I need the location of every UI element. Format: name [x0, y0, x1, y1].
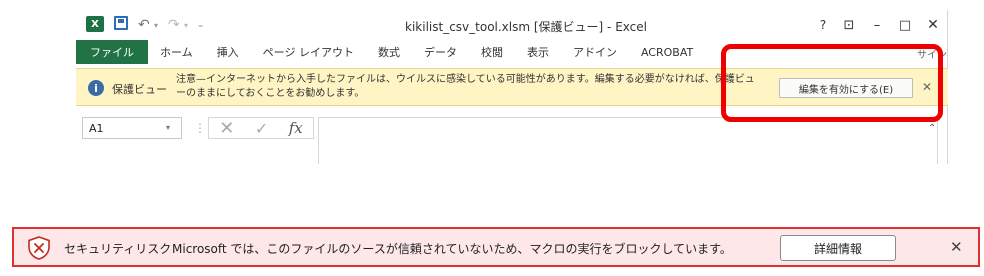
security-bar-close-icon[interactable]: ✕: [950, 238, 963, 256]
tab-addins[interactable]: アドイン: [561, 40, 629, 64]
tab-formulas[interactable]: 数式: [366, 40, 412, 64]
collapse-formula-bar-icon[interactable]: ⌃: [928, 123, 936, 134]
tab-page-layout[interactable]: ページ レイアウト: [251, 40, 366, 64]
excel-logo-icon: X: [86, 16, 104, 32]
save-icon[interactable]: [114, 16, 128, 30]
shield-x-icon: [28, 236, 50, 260]
formula-input[interactable]: [318, 117, 938, 164]
protected-view-message: 注意—インターネットから入手したファイルは、ウイルスに感染している可能性がありま…: [176, 74, 755, 99]
window-title: kikilist_csv_tool.xlsm [保護ビュー] - Excel: [405, 20, 647, 34]
highlight-annotation: [721, 44, 943, 122]
ribbon-display-options-button[interactable]: ⊡: [838, 16, 860, 34]
name-box-dropdown-icon[interactable]: ▾: [166, 123, 170, 132]
maximize-button[interactable]: □: [894, 16, 916, 34]
tab-view[interactable]: 表示: [515, 40, 561, 64]
title-bar: X ↶ ▾ ↷ ▾ ₌ kikilist_csv_tool.xlsm [保護ビュ…: [76, 10, 948, 40]
more-info-button[interactable]: 詳細情報: [780, 235, 896, 261]
minimize-button[interactable]: –: [866, 16, 888, 34]
formula-buttons: ✕ ✓ fx: [208, 117, 314, 139]
redo-icon[interactable]: ↷: [168, 16, 180, 34]
cancel-icon[interactable]: ✕: [219, 118, 234, 139]
help-button[interactable]: ?: [812, 16, 834, 34]
security-risk-title: セキュリティリスク: [64, 242, 172, 256]
protected-view-title: 保護ビュー: [112, 83, 167, 96]
tab-home[interactable]: ホーム: [148, 40, 205, 64]
security-risk-bar: セキュリティリスク Microsoft では、このファイルのソースが信頼されてい…: [12, 227, 980, 267]
tab-file[interactable]: ファイル: [76, 40, 148, 64]
tab-data[interactable]: データ: [412, 40, 469, 64]
close-window-button[interactable]: ✕: [922, 16, 944, 34]
formula-bar-grip[interactable]: ⋮: [194, 121, 206, 135]
undo-icon[interactable]: ↶: [138, 16, 150, 34]
insert-function-icon[interactable]: fx: [289, 119, 303, 137]
info-shield-icon: i: [88, 80, 104, 96]
security-risk-message: Microsoft では、このファイルのソースが信頼されていないため、マクロの実…: [172, 242, 732, 256]
tab-review[interactable]: 校閲: [469, 40, 515, 64]
redo-dropdown-icon[interactable]: ▾: [184, 16, 188, 34]
tab-insert[interactable]: 挿入: [205, 40, 251, 64]
customize-qat-icon[interactable]: ₌: [198, 16, 203, 34]
tab-acrobat[interactable]: ACROBAT: [629, 40, 705, 64]
undo-dropdown-icon[interactable]: ▾: [154, 16, 158, 34]
enter-icon[interactable]: ✓: [255, 119, 268, 138]
